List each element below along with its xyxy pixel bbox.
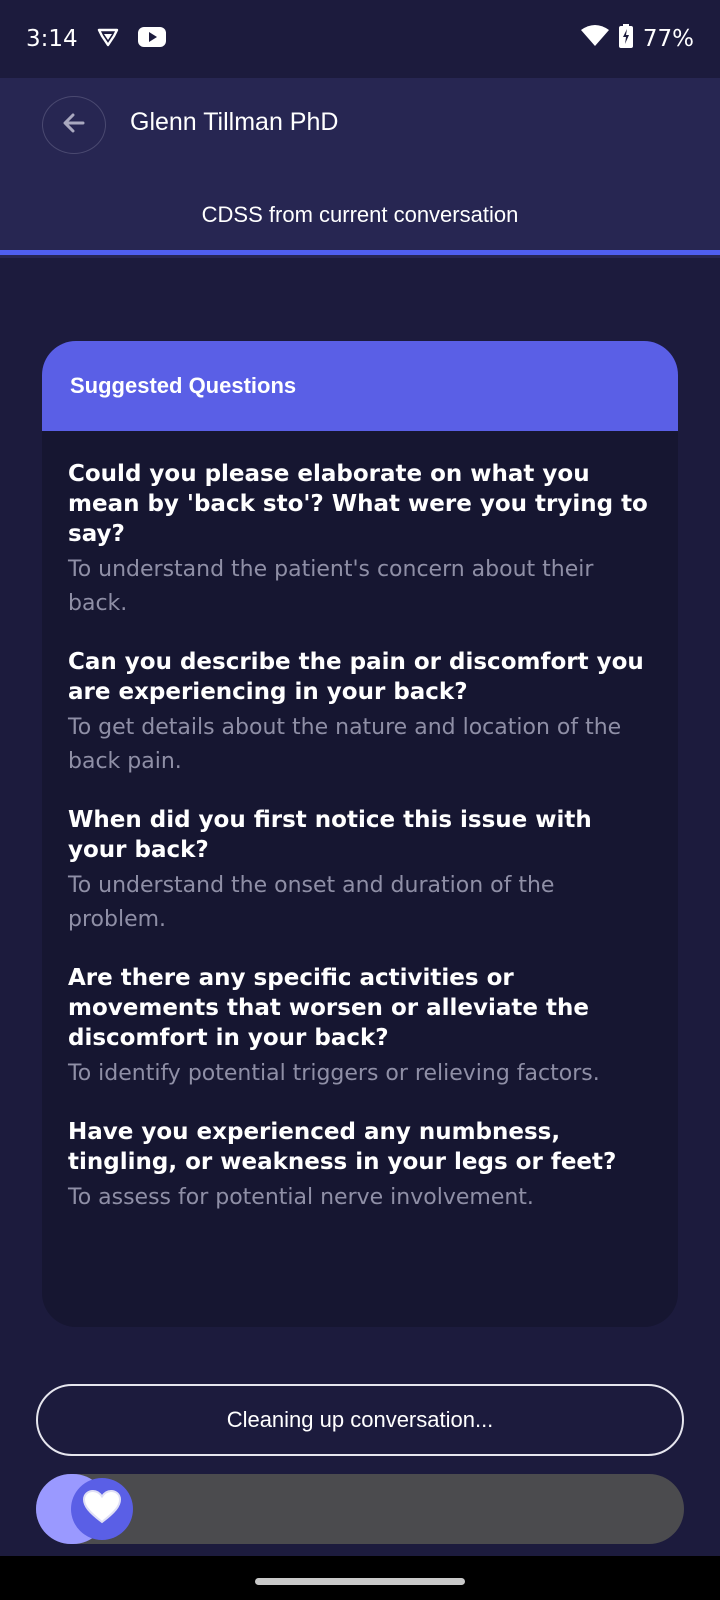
arrow-left-icon: [61, 110, 87, 140]
home-gesture-pill[interactable]: [255, 1578, 465, 1585]
battery-percent: 77%: [642, 26, 694, 52]
back-button[interactable]: [42, 96, 106, 154]
question-reason: To identify potential triggers or reliev…: [68, 1061, 600, 1086]
question-item[interactable]: Could you please elaborate on what you m…: [68, 459, 652, 621]
questions-list: Could you please elaborate on what you m…: [42, 431, 678, 1215]
question-item[interactable]: When did you first notice this issue wit…: [68, 805, 652, 937]
battery-charging-icon: [618, 24, 633, 54]
vpn-shield-icon: [96, 25, 120, 53]
card-header: Suggested Questions: [42, 341, 678, 431]
suggested-questions-card: Suggested Questions Could you please ela…: [42, 341, 678, 1327]
question-text: Could you please elaborate on what you m…: [68, 461, 648, 547]
status-time: 3:14: [26, 26, 78, 52]
question-text: Are there any specific activities or mov…: [68, 965, 589, 1051]
youtube-icon: [137, 26, 166, 52]
heart-icon: [82, 1489, 122, 1528]
slider-track[interactable]: [36, 1474, 684, 1544]
wifi-icon: [580, 25, 609, 53]
page-title: Glenn Tillman PhD: [130, 108, 339, 136]
page-subtitle: CDSS from current conversation: [201, 202, 519, 227]
status-left: 3:14: [26, 25, 166, 53]
question-reason: To understand the patient's concern abou…: [68, 557, 594, 616]
status-bar: 3:14 77%: [0, 0, 720, 78]
question-reason: To understand the onset and duration of …: [68, 873, 555, 932]
question-item[interactable]: Are there any specific activities or mov…: [68, 963, 652, 1091]
question-reason: To get details about the nature and loca…: [68, 715, 622, 774]
cleanup-conversation-button[interactable]: Cleaning up conversation...: [36, 1384, 684, 1456]
question-item[interactable]: Can you describe the pain or discomfort …: [68, 647, 652, 779]
question-reason: To assess for potential nerve involvemen…: [68, 1185, 534, 1210]
header-progress-line: [0, 250, 720, 255]
status-right: 77%: [580, 24, 694, 54]
question-text: When did you first notice this issue wit…: [68, 807, 592, 863]
app-header: [0, 78, 720, 258]
question-item[interactable]: Have you experienced any numbness, tingl…: [68, 1117, 652, 1215]
slider-handle[interactable]: [71, 1478, 133, 1540]
question-text: Have you experienced any numbness, tingl…: [68, 1119, 617, 1175]
question-text: Can you describe the pain or discomfort …: [68, 649, 644, 705]
